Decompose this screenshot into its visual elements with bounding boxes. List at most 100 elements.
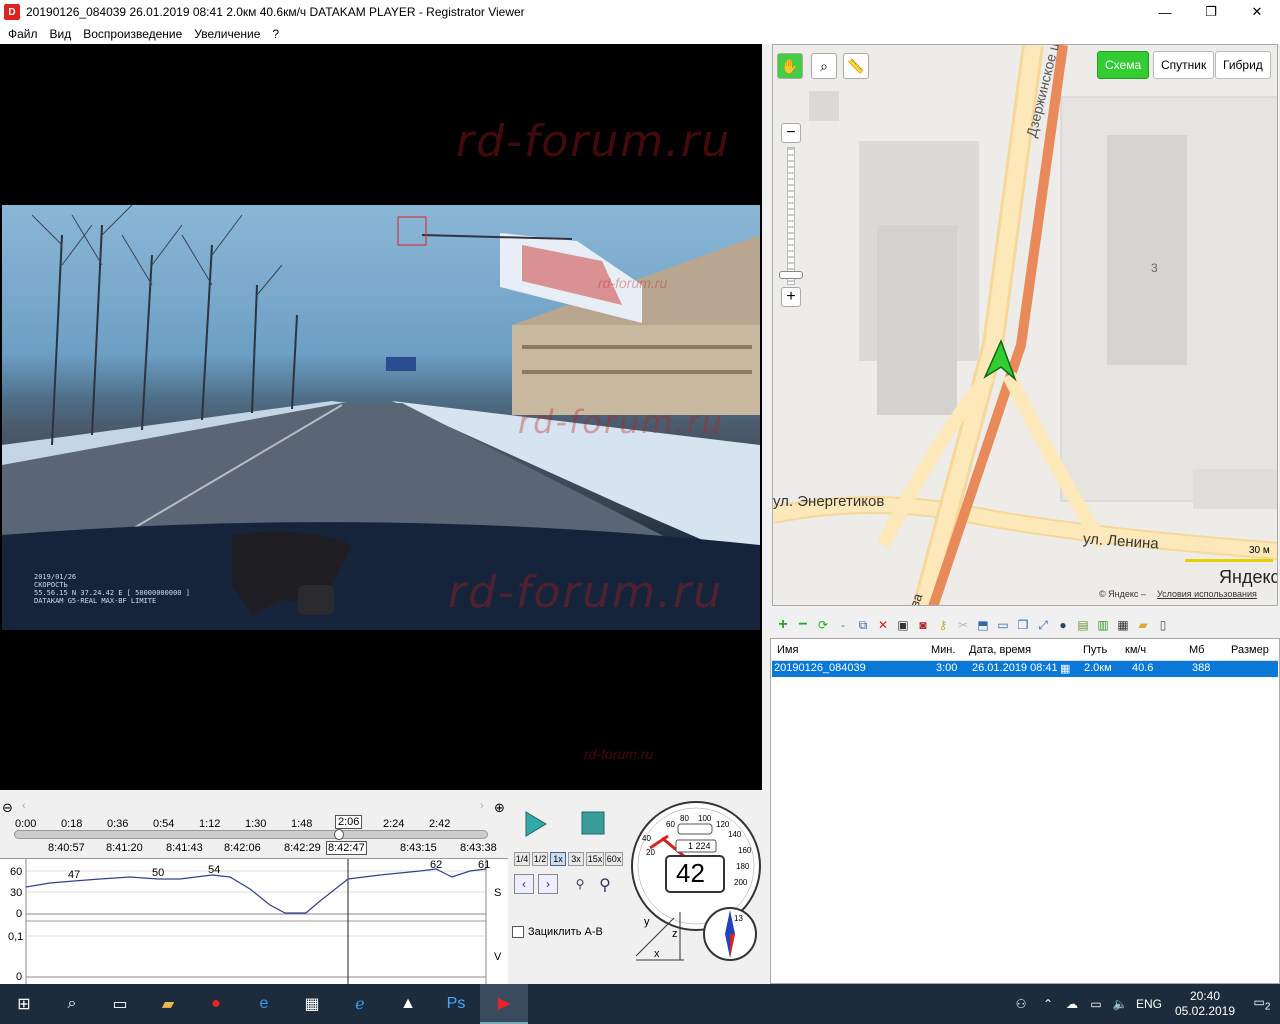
document-icon[interactable]: ▯: [1154, 616, 1172, 634]
copy-icon[interactable]: ⧉: [854, 616, 872, 634]
map-zoom-handle[interactable]: [779, 271, 803, 279]
yandex-browser-icon[interactable]: ●: [192, 984, 240, 1024]
clock-time: 20:40: [1189, 989, 1221, 1003]
folder-icon[interactable]: ▰: [1134, 616, 1152, 634]
ruler-icon[interactable]: 📏: [843, 53, 869, 79]
map-type-satellite[interactable]: Спутник: [1153, 51, 1215, 79]
search-icon[interactable]: ⌕: [48, 984, 96, 1024]
task-view-icon[interactable]: ▭: [96, 984, 144, 1024]
watermark: rd-forum.ru: [518, 403, 725, 441]
minus-small-icon[interactable]: -: [834, 616, 852, 634]
refresh-icon[interactable]: ⟳: [814, 616, 832, 634]
onedrive-icon[interactable]: ☁: [1060, 997, 1084, 1011]
notification-count: 2: [1264, 1001, 1271, 1013]
next-frame-icon[interactable]: ›: [538, 874, 558, 894]
speed-15x[interactable]: 15x: [586, 852, 604, 866]
volume-icon[interactable]: 🔈: [1108, 997, 1132, 1011]
col-name[interactable]: Имя: [777, 644, 798, 656]
loop-ab-checkbox[interactable]: Зациклить А-В: [512, 926, 603, 938]
datakam-app-icon[interactable]: ▶: [480, 984, 528, 1024]
timeline[interactable]: ⊖ ‹ › ⊕ 0:00 0:18 0:36 0:54 1:12 1:30 1:…: [0, 798, 510, 858]
map-zoom-slider[interactable]: [787, 147, 795, 285]
language-indicator[interactable]: ENG: [1132, 997, 1166, 1011]
tools-icon[interactable]: ✂: [954, 616, 972, 634]
map-terms-link[interactable]: Условия использования: [1157, 589, 1257, 599]
menu-zoom[interactable]: Увеличение: [188, 27, 266, 41]
remove-icon[interactable]: −: [794, 616, 812, 634]
col-size[interactable]: Размер: [1231, 644, 1269, 656]
start-icon[interactable]: ⊞: [0, 984, 48, 1024]
map-icon[interactable]: ▤: [1074, 616, 1092, 634]
network-icon[interactable]: ▭: [1084, 997, 1108, 1011]
layers-icon[interactable]: ❐: [1014, 616, 1032, 634]
calculator-icon[interactable]: ▦: [288, 984, 336, 1024]
zoom-in-icon[interactable]: ⚲: [594, 874, 616, 896]
scroll-right-icon[interactable]: ›: [480, 800, 484, 812]
map-type-hybrid[interactable]: Гибрид: [1215, 51, 1271, 79]
speed-3x[interactable]: 3x: [568, 852, 584, 866]
zoom-in-icon[interactable]: ⊕: [494, 800, 505, 816]
file-list[interactable]: Имя Мин. Дата, время Путь км/ч Мб Размер…: [770, 638, 1280, 984]
menu-view[interactable]: Вид: [44, 27, 78, 41]
speed-tick: 200: [734, 878, 748, 887]
table-row[interactable]: 20190126_084039 3:00 26.01.2019 08:41 ▦ …: [772, 661, 1278, 677]
globe-icon[interactable]: ●: [1054, 616, 1072, 634]
key-icon[interactable]: ⚷: [934, 616, 952, 634]
menu-playback[interactable]: Воспроизведение: [77, 27, 188, 41]
edge-icon[interactable]: e: [240, 984, 288, 1024]
zoom-area-icon[interactable]: ⌕: [811, 53, 837, 79]
photoshop-icon[interactable]: Ps: [432, 984, 480, 1024]
tray-expand-icon[interactable]: ⌃: [1036, 997, 1060, 1011]
checkbox-box[interactable]: [512, 926, 524, 938]
close-button[interactable]: ✕: [1234, 0, 1280, 24]
zoom-out-icon[interactable]: ⚲: [570, 874, 590, 894]
peak-label: 61: [478, 859, 491, 871]
delete-icon[interactable]: ✕: [874, 616, 892, 634]
speed-graph[interactable]: 60 30 0 0,1 0 47 50 54 62 61 S V: [0, 858, 508, 985]
col-datetime[interactable]: Дата, время: [969, 644, 1031, 656]
scroll-left-icon[interactable]: ‹: [22, 800, 26, 812]
menu-file[interactable]: Файл: [2, 27, 44, 41]
axis-y-label: y: [644, 916, 650, 928]
camera-icon[interactable]: ◙: [914, 616, 932, 634]
col-speed[interactable]: км/ч: [1125, 644, 1146, 656]
film-icon[interactable]: ▦: [1114, 616, 1132, 634]
photos-icon[interactable]: ▲: [384, 984, 432, 1024]
explorer-icon[interactable]: ▰: [144, 984, 192, 1024]
window-icon[interactable]: ▭: [994, 616, 1012, 634]
resize-icon[interactable]: ⤢: [1034, 616, 1052, 634]
prev-frame-icon[interactable]: ‹: [514, 874, 534, 894]
clock[interactable]: 20:40 05.02.2019: [1166, 989, 1244, 1019]
menu-help[interactable]: ?: [266, 27, 285, 41]
odometer: 1 224: [688, 841, 711, 851]
add-icon[interactable]: +: [774, 616, 792, 634]
yandex-logo: Яндекс: [1219, 567, 1278, 587]
zoom-out-icon[interactable]: ⊖: [2, 800, 13, 816]
save-icon[interactable]: ▣: [894, 616, 912, 634]
notification-icon[interactable]: ▭2: [1244, 995, 1280, 1012]
col-path[interactable]: Путь: [1083, 644, 1107, 656]
export-icon[interactable]: ⬒: [974, 616, 992, 634]
minimize-button[interactable]: —: [1142, 0, 1188, 24]
speed-60x[interactable]: 60x: [605, 852, 623, 866]
people-icon[interactable]: ⚇: [1006, 997, 1036, 1011]
map-zoom-out-icon[interactable]: −: [781, 123, 801, 143]
speed-half[interactable]: 1/2: [532, 852, 548, 866]
col-mb[interactable]: Мб: [1189, 644, 1204, 656]
speed-1x[interactable]: 1x: [550, 852, 566, 866]
pan-tool-icon[interactable]: ✋: [777, 53, 803, 79]
maximize-button[interactable]: ❐: [1188, 0, 1234, 24]
map-zoom-in-icon[interactable]: +: [781, 287, 801, 307]
map-export-icon[interactable]: ▥: [1094, 616, 1112, 634]
ie-icon[interactable]: ℯ: [336, 984, 384, 1024]
timeline-track[interactable]: [14, 829, 488, 840]
speed-quarter[interactable]: 1/4: [514, 852, 530, 866]
timeline-handle[interactable]: [333, 829, 344, 840]
map-type-scheme[interactable]: Схема: [1097, 51, 1150, 79]
peak-label: 54: [208, 864, 221, 876]
col-min[interactable]: Мин.: [931, 644, 955, 656]
video-player[interactable]: rd-forum.ru rd-forum.ru rd-forum.ru rd-f…: [0, 44, 762, 790]
peak-label: 47: [68, 869, 81, 881]
map-view[interactable]: ✋ ⌕ 📏 Схема Спутник Гибрид − + Дзержинск…: [772, 44, 1278, 606]
cell-name: 20190126_084039: [774, 662, 866, 674]
